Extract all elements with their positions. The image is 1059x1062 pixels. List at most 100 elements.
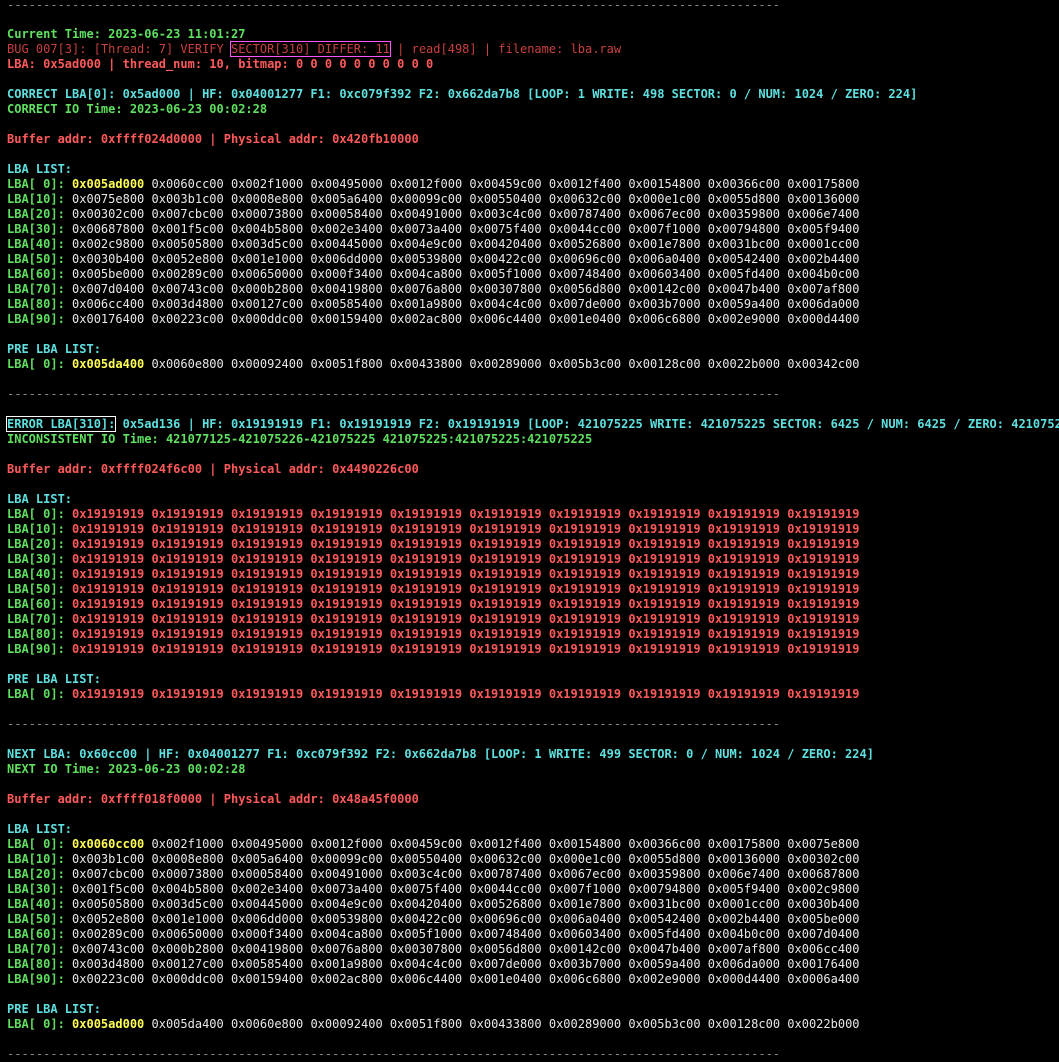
lba-row: LBA[50]: 0x0030b400 0x0052e800 0x001e100… bbox=[7, 252, 860, 267]
lba-row: LBA[30]: 0x001f5c00 0x004b5800 0x002e340… bbox=[7, 882, 860, 897]
row-values: 0x19191919 0x19191919 0x19191919 0x19191… bbox=[64, 507, 860, 521]
bug-line: BUG 007[3]: [Thread: 7] VERIFY SECTOR[31… bbox=[7, 41, 622, 57]
row-label: LBA[40]: bbox=[7, 897, 65, 911]
row-label: LBA[ 0]: bbox=[7, 687, 65, 701]
row-label: LBA[ 0]: bbox=[7, 837, 65, 851]
row-values: 0x19191919 0x19191919 0x19191919 0x19191… bbox=[64, 597, 860, 611]
separator-line: ----------------------------------------… bbox=[7, 387, 781, 401]
row-label: LBA[10]: bbox=[7, 852, 65, 866]
row-label: LBA[60]: bbox=[7, 267, 65, 281]
row-label: LBA[20]: bbox=[7, 207, 65, 221]
lba-row: LBA[10]: 0x0075e800 0x003b1c00 0x0008e80… bbox=[7, 192, 860, 207]
row-label: LBA[10]: bbox=[7, 192, 65, 206]
lba-row: LBA[40]: 0x00505800 0x003d5c00 0x0044500… bbox=[7, 897, 860, 912]
row-label: LBA[30]: bbox=[7, 222, 65, 236]
separator-line: ----------------------------------------… bbox=[7, 0, 781, 12]
row-label: LBA[70]: bbox=[7, 942, 65, 956]
row-values: 0x00289c00 0x00650000 0x000f3400 0x004ca… bbox=[64, 927, 860, 941]
row-values: 0x19191919 0x19191919 0x19191919 0x19191… bbox=[64, 582, 860, 596]
next-header: NEXT LBA: 0x60cc00 | HF: 0x04001277 F1: … bbox=[7, 747, 874, 761]
error-buffer-addr: Buffer addr: 0xffff024f6c00 | Physical a… bbox=[7, 462, 419, 476]
lba-row: LBA[20]: 0x007cbc00 0x00073800 0x0005840… bbox=[7, 867, 860, 882]
row-values: 0x0060cc00 0x002f1000 0x00495000 0x0012f… bbox=[144, 177, 860, 191]
row-label: LBA[ 0]: bbox=[7, 357, 65, 371]
row-label: LBA[20]: bbox=[7, 867, 65, 881]
error-pre-lba-title: PRE LBA LIST: bbox=[7, 672, 101, 686]
row-values: 0x00505800 0x003d5c00 0x00445000 0x004e9… bbox=[64, 897, 860, 911]
lba-row: LBA[ 0]: 0x0060cc00 0x002f1000 0x0049500… bbox=[7, 837, 860, 852]
lba-row: LBA[ 0]: 0x005ad000 0x0060cc00 0x002f100… bbox=[7, 177, 860, 192]
row-label: LBA[90]: bbox=[7, 642, 65, 656]
lba-row: LBA[50]: 0x19191919 0x19191919 0x1919191… bbox=[7, 582, 860, 597]
lba-row: LBA[60]: 0x19191919 0x19191919 0x1919191… bbox=[7, 597, 860, 612]
row-values: 0x19191919 0x19191919 0x19191919 0x19191… bbox=[64, 612, 860, 626]
lba-row: LBA[40]: 0x002c9800 0x00505800 0x003d5c0… bbox=[7, 237, 860, 252]
correct-pre-lba-row: LBA[ 0]: 0x005da400 0x0060e800 0x0009240… bbox=[7, 357, 860, 372]
lba-row: LBA[50]: 0x0052e800 0x001e1000 0x006dd00… bbox=[7, 912, 860, 927]
bug-sector-differ: SECTOR[310] DIFFER: 11 bbox=[229, 41, 391, 57]
lba-row: LBA[70]: 0x007d0400 0x00743c00 0x000b280… bbox=[7, 282, 860, 297]
row-values: 0x19191919 0x19191919 0x19191919 0x19191… bbox=[64, 537, 860, 551]
row-label: LBA[50]: bbox=[7, 912, 65, 926]
lba-row: LBA[70]: 0x00743c00 0x000b2800 0x0041980… bbox=[7, 942, 860, 957]
current-time: Current Time: 2023-06-23 11:01:27 bbox=[7, 27, 246, 41]
row-values: 0x19191919 0x19191919 0x19191919 0x19191… bbox=[64, 552, 860, 566]
row-label: LBA[90]: bbox=[7, 312, 65, 326]
lba-row: LBA[60]: 0x005be000 0x00289c00 0x0065000… bbox=[7, 267, 860, 282]
row-first-value: 0x0060cc00 bbox=[72, 837, 145, 851]
row-first-value: 0x005da400 bbox=[72, 357, 145, 371]
lba-row: LBA[90]: 0x00176400 0x00223c00 0x000ddc0… bbox=[7, 312, 860, 327]
lba-row: LBA[80]: 0x006cc400 0x003d4800 0x00127c0… bbox=[7, 297, 860, 312]
lba-row: LBA[ 0]: 0x19191919 0x19191919 0x1919191… bbox=[7, 507, 860, 522]
error-header-text: 0x5ad136 | HF: 0x19191919 F1: 0x19191919… bbox=[115, 417, 1059, 431]
row-label: LBA[60]: bbox=[7, 597, 65, 611]
next-pre-lba-title: PRE LBA LIST: bbox=[7, 1002, 101, 1016]
row-label: LBA[70]: bbox=[7, 612, 65, 626]
next-pre-lba-row: LBA[ 0]: 0x005ad000 0x005da400 0x0060e80… bbox=[7, 1017, 860, 1032]
lba-thread-line: LBA: 0x5ad000 | thread_num: 10, bitmap: … bbox=[7, 57, 434, 71]
bug-suffix: | read[498] | filename: lba.raw bbox=[389, 42, 622, 56]
row-values: 0x19191919 0x19191919 0x19191919 0x19191… bbox=[64, 627, 860, 641]
lba-row: LBA[80]: 0x003d4800 0x00127c00 0x0058540… bbox=[7, 957, 860, 972]
error-io-time: INCONSISTENT IO Time: 421077125-42107522… bbox=[7, 432, 593, 446]
row-first-value: 0x005ad000 bbox=[72, 177, 145, 191]
row-values: 0x00687800 0x001f5c00 0x004b5800 0x002e3… bbox=[64, 222, 860, 236]
lba-row: LBA[10]: 0x19191919 0x19191919 0x1919191… bbox=[7, 522, 860, 537]
lba-row: LBA[30]: 0x00687800 0x001f5c00 0x004b580… bbox=[7, 222, 860, 237]
row-values: 0x19191919 0x19191919 0x19191919 0x19191… bbox=[64, 522, 860, 536]
row-values: 0x00176400 0x00223c00 0x000ddc00 0x00159… bbox=[64, 312, 860, 326]
row-values: 0x0030b400 0x0052e800 0x001e1000 0x006dd… bbox=[64, 252, 860, 266]
row-label: LBA[80]: bbox=[7, 627, 65, 641]
row-values: 0x006cc400 0x003d4800 0x00127c00 0x00585… bbox=[64, 297, 860, 311]
correct-header: CORRECT LBA[0]: 0x5ad000 | HF: 0x0400127… bbox=[7, 87, 918, 101]
lba-row: LBA[20]: 0x00302c00 0x007cbc00 0x0007380… bbox=[7, 207, 860, 222]
lba-row: LBA[40]: 0x19191919 0x19191919 0x1919191… bbox=[7, 567, 860, 582]
row-label: LBA[60]: bbox=[7, 927, 65, 941]
lba-row: LBA[20]: 0x19191919 0x19191919 0x1919191… bbox=[7, 537, 860, 552]
row-values: 0x0060e800 0x00092400 0x0051f800 0x00433… bbox=[144, 357, 860, 371]
row-values: 0x19191919 0x19191919 0x19191919 0x19191… bbox=[64, 687, 860, 701]
row-label: LBA[20]: bbox=[7, 537, 65, 551]
row-label: LBA[30]: bbox=[7, 882, 65, 896]
lba-row: LBA[90]: 0x19191919 0x19191919 0x1919191… bbox=[7, 642, 860, 657]
row-values: 0x005da400 0x0060e800 0x00092400 0x0051f… bbox=[144, 1017, 860, 1031]
row-label: LBA[40]: bbox=[7, 567, 65, 581]
row-first-value: 0x005ad000 bbox=[72, 1017, 145, 1031]
correct-io-time: CORRECT IO Time: 2023-06-23 00:02:28 bbox=[7, 102, 268, 116]
correct-buffer-addr: Buffer addr: 0xffff024d0000 | Physical a… bbox=[7, 132, 419, 146]
correct-lba-list-title: LBA LIST: bbox=[7, 162, 73, 176]
lba-row: LBA[30]: 0x19191919 0x19191919 0x1919191… bbox=[7, 552, 860, 567]
row-values: 0x007cbc00 0x00073800 0x00058400 0x00491… bbox=[64, 867, 860, 881]
row-label: LBA[30]: bbox=[7, 552, 65, 566]
error-lba-label: ERROR LBA[310]: bbox=[5, 416, 117, 432]
error-lba-list-title: LBA LIST: bbox=[7, 492, 73, 506]
row-values: 0x0075e800 0x003b1c00 0x0008e800 0x005a6… bbox=[64, 192, 860, 206]
row-label: LBA[ 0]: bbox=[7, 507, 65, 521]
row-values: 0x00223c00 0x000ddc00 0x00159400 0x002ac… bbox=[64, 972, 860, 986]
row-values: 0x001f5c00 0x004b5800 0x002e3400 0x0073a… bbox=[64, 882, 860, 896]
row-values: 0x0052e800 0x001e1000 0x006dd000 0x00539… bbox=[64, 912, 860, 926]
row-label: LBA[ 0]: bbox=[7, 177, 65, 191]
row-values: 0x00743c00 0x000b2800 0x00419800 0x0076a… bbox=[64, 942, 860, 956]
row-label: LBA[50]: bbox=[7, 252, 65, 266]
row-label: LBA[80]: bbox=[7, 297, 65, 311]
